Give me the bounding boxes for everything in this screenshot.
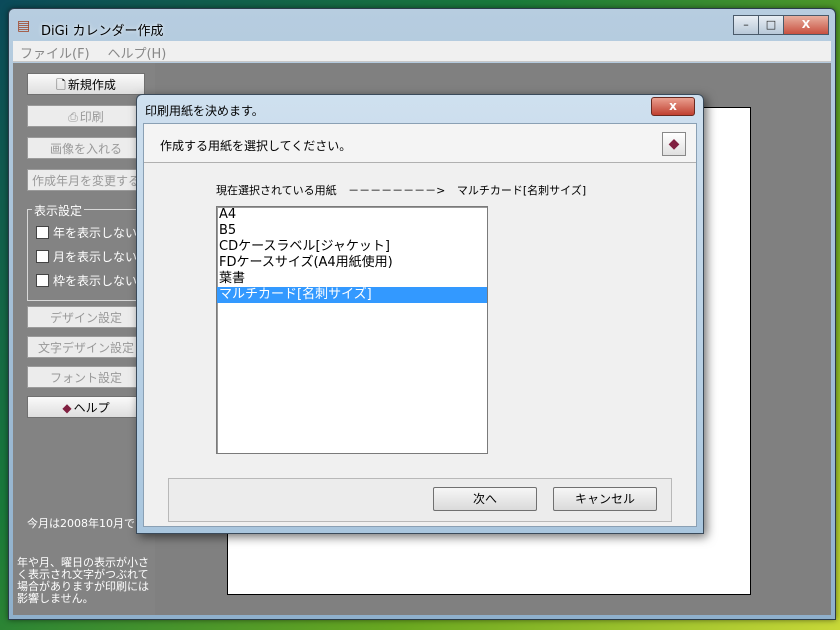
close-button[interactable]: X bbox=[783, 15, 829, 35]
paper-listbox[interactable]: A4 B5 CDケースラベル[ジャケット] FDケースサイズ(A4用紙使用) 葉… bbox=[216, 206, 488, 454]
list-item[interactable]: FDケースサイズ(A4用紙使用) bbox=[217, 255, 487, 271]
text-design-button[interactable]: 文字デザイン設定 bbox=[27, 336, 145, 358]
print-button[interactable]: ⎙ 印刷 bbox=[27, 105, 145, 127]
list-item[interactable]: B5 bbox=[217, 223, 487, 239]
dialog-title: 印刷用紙を決めます。 bbox=[145, 104, 264, 118]
app-title: DiGi カレンダー作成 bbox=[41, 24, 164, 39]
menu-help[interactable]: ヘルプ(H) bbox=[100, 41, 173, 64]
list-item-selected[interactable]: マルチカード[名刺サイズ] bbox=[217, 287, 487, 303]
display-settings-label: 表示設定 bbox=[32, 202, 85, 219]
current-paper-line: 現在選択されている用紙 －－－－－－－－> マルチカード[名刺サイズ] bbox=[216, 182, 594, 198]
window-controls: – □ X bbox=[733, 15, 829, 35]
hide-month-checkbox[interactable]: 月を表示しない bbox=[36, 248, 137, 265]
list-item[interactable]: CDケースラベル[ジャケット] bbox=[217, 239, 487, 255]
dialog-close-button[interactable]: x bbox=[651, 97, 695, 116]
arrow-text: －－－－－－－－> bbox=[348, 184, 446, 197]
new-document-icon: 🗋 bbox=[56, 78, 66, 92]
font-settings-button[interactable]: フォント設定 bbox=[27, 366, 145, 388]
current-paper-label: 現在選択されている用紙 bbox=[216, 184, 337, 197]
insert-image-button[interactable]: 画像を入れる bbox=[27, 137, 145, 159]
checkbox-box[interactable] bbox=[36, 226, 49, 239]
instruction-text: 作成する用紙を選択してください。 bbox=[160, 139, 352, 153]
maximize-button[interactable]: □ bbox=[758, 15, 784, 35]
dialog-body: 作成する用紙を選択してください。 ◆ 現在選択されている用紙 －－－－－－－－>… bbox=[143, 123, 697, 527]
design-settings-button[interactable]: デザイン設定 bbox=[27, 306, 145, 328]
hide-year-checkbox[interactable]: 年を表示しない bbox=[36, 224, 137, 241]
instruction-bar: 作成する用紙を選択してください。 ◆ bbox=[144, 124, 696, 163]
printer-icon: ⎙ bbox=[68, 110, 78, 124]
help-book-icon[interactable]: ◆ bbox=[662, 132, 686, 156]
left-panel: 🗋 新規作成 ⎙ 印刷 画像を入れる 作成年月を変更する 表示設定 年を表示しない … bbox=[13, 63, 155, 615]
menu-file[interactable]: ファイル(F) bbox=[13, 41, 97, 64]
display-note: 年や月、曜日の表示が小さく表示され文字がつぶれて場合がありますが印刷には影響しま… bbox=[17, 556, 149, 605]
display-settings-group: 表示設定 年を表示しない 月を表示しない 枠を表示しない bbox=[27, 202, 149, 301]
next-button[interactable]: 次へ bbox=[433, 487, 537, 511]
checkbox-box[interactable] bbox=[36, 250, 49, 263]
title-bar[interactable]: ▤ DiGi カレンダー作成 – □ X bbox=[9, 9, 835, 39]
new-button[interactable]: 🗋 新規作成 bbox=[27, 73, 145, 95]
month-info: 今月は2008年10月で bbox=[27, 517, 135, 530]
calendar-app-icon: ▤ bbox=[17, 18, 31, 34]
help-book-icon: ◆ bbox=[62, 401, 72, 415]
dialog-button-area: 次へ キャンセル bbox=[168, 478, 672, 522]
hide-frame-checkbox[interactable]: 枠を表示しない bbox=[36, 272, 137, 289]
change-date-button[interactable]: 作成年月を変更する bbox=[27, 169, 145, 191]
checkbox-box[interactable] bbox=[36, 274, 49, 287]
current-paper-value: マルチカード[名刺サイズ] bbox=[456, 184, 587, 197]
paper-select-dialog: 印刷用紙を決めます。 x 作成する用紙を選択してください。 ◆ 現在選択されてい… bbox=[136, 94, 704, 534]
list-item[interactable]: 葉書 bbox=[217, 271, 487, 287]
cancel-button[interactable]: キャンセル bbox=[553, 487, 657, 511]
menu-bar: ファイル(F) ヘルプ(H) bbox=[13, 41, 831, 62]
minimize-button[interactable]: – bbox=[733, 15, 759, 35]
help-button[interactable]: ◆ ヘルプ bbox=[27, 396, 145, 418]
list-item[interactable]: A4 bbox=[217, 207, 487, 223]
